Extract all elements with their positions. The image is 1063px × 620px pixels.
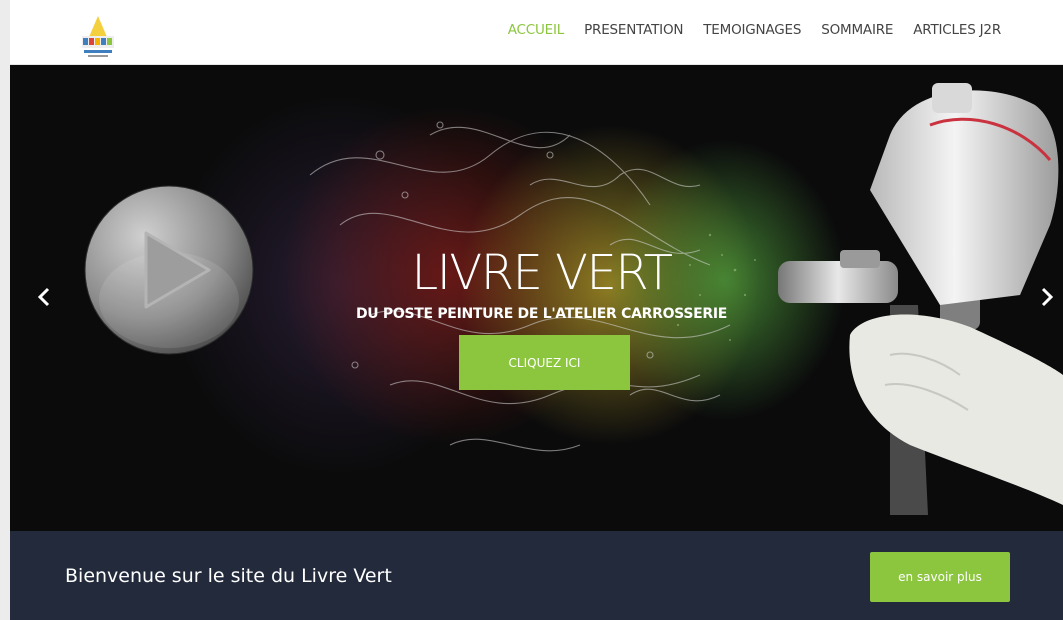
page-left-margin bbox=[0, 0, 10, 620]
cliquez-ici-button[interactable]: CLIQUEZ ICI bbox=[459, 335, 630, 390]
hero-subtitle: DU POSTE PEINTURE DE L'ATELIER CARROSSER… bbox=[355, 306, 728, 322]
hero-slider: LIVRE VERT DU POSTE PEINTURE DE L'ATELIE… bbox=[10, 65, 1063, 531]
hero-title: LIVRE VERT bbox=[411, 245, 673, 301]
en-savoir-plus-button[interactable]: en savoir plus bbox=[870, 552, 1010, 602]
nav-item-sommaire[interactable]: SOMMAIRE bbox=[821, 22, 893, 38]
nav-item-articles-j2r[interactable]: ARTICLES J2R bbox=[913, 22, 1001, 38]
welcome-text: Bienvenue sur le site du Livre Vert bbox=[65, 565, 392, 587]
nav-item-temoignages[interactable]: TEMOIGNAGES bbox=[703, 22, 801, 38]
top-navbar: ACCUEIL PRESENTATION TEMOIGNAGES SOMMAIR… bbox=[10, 0, 1063, 65]
nav-item-accueil[interactable]: ACCUEIL bbox=[508, 22, 565, 38]
site-logo[interactable] bbox=[80, 14, 116, 60]
welcome-banner: Bienvenue sur le site du Livre Vert en s… bbox=[10, 531, 1063, 620]
main-nav: ACCUEIL PRESENTATION TEMOIGNAGES SOMMAIR… bbox=[508, 22, 1001, 38]
nav-item-presentation[interactable]: PRESENTATION bbox=[584, 22, 683, 38]
